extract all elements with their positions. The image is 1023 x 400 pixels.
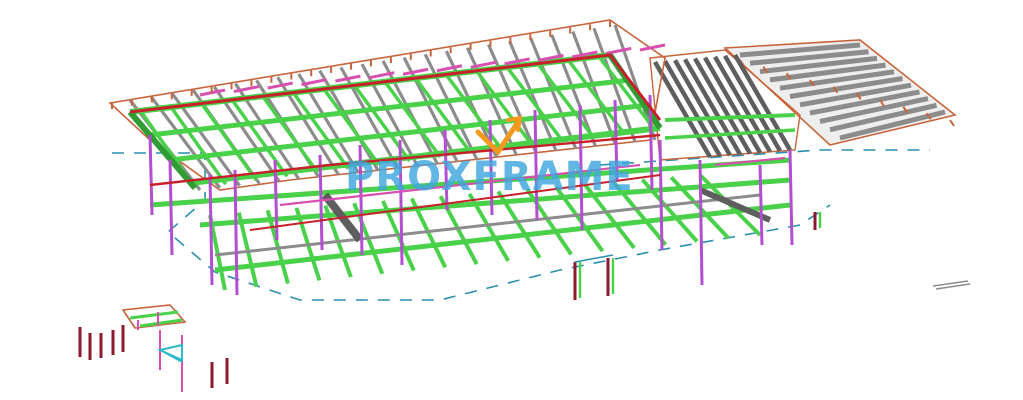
purple-column xyxy=(788,149,794,246)
green-edge-beam xyxy=(127,110,198,190)
purple-column xyxy=(698,159,704,286)
loose-red-columns xyxy=(78,325,229,388)
structural-model-viewport: PROXFRAME xyxy=(0,0,1023,400)
steel-frame-3d-model: PROXFRAME xyxy=(78,19,971,392)
floor-edge-beam xyxy=(214,202,791,273)
purple-column xyxy=(168,159,174,256)
purple-column xyxy=(318,154,324,251)
roof-joist xyxy=(529,37,578,150)
purple-column xyxy=(658,139,664,251)
deck-edge-post xyxy=(949,119,955,127)
green-cross-beam xyxy=(230,98,289,178)
magenta-member xyxy=(605,46,632,55)
magenta-member xyxy=(402,67,429,76)
purple-column xyxy=(208,174,214,286)
purple-column xyxy=(758,164,764,246)
small-canopy-structure xyxy=(121,304,187,392)
loose-grey-members xyxy=(932,280,971,290)
purple-column xyxy=(148,134,154,216)
watermark-text: PROXFRAME xyxy=(345,154,634,200)
purple-column xyxy=(233,169,239,296)
